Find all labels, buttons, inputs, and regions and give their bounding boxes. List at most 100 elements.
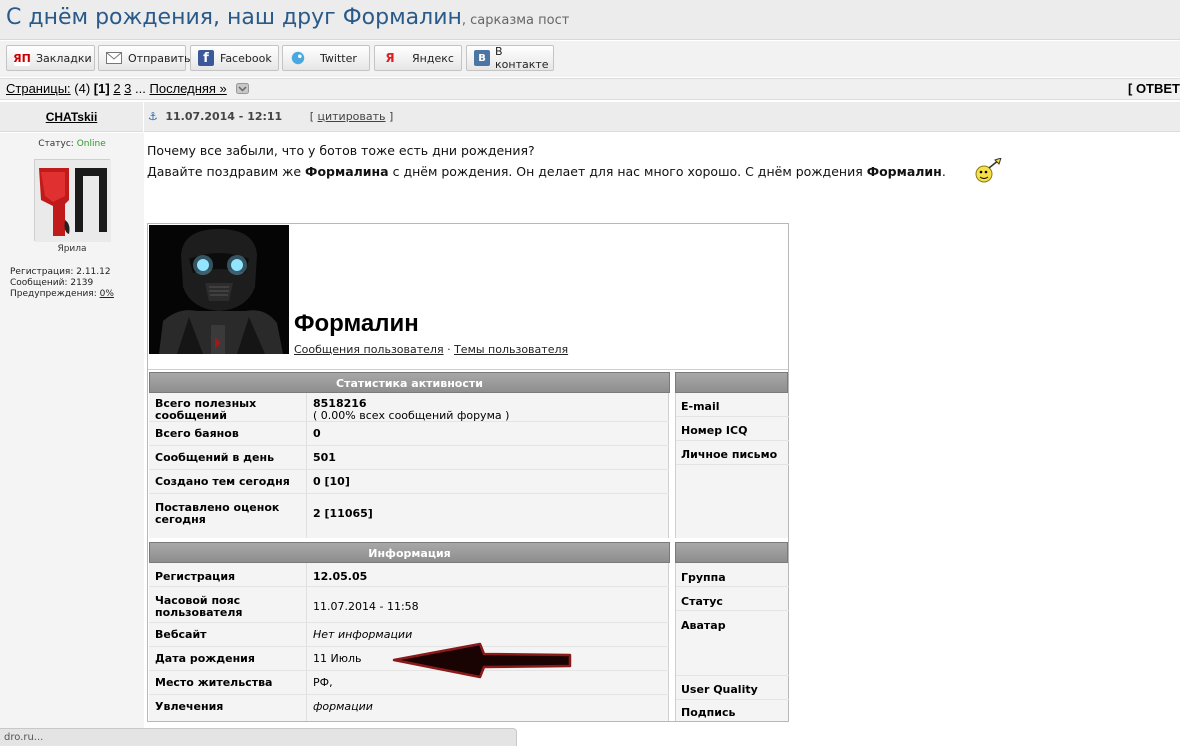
share-button-email[interactable]: Отправить [98, 45, 191, 71]
post-date: 11.07.2014 - 12:11 [165, 110, 283, 123]
yap-icon: ЯП [13, 50, 31, 66]
status-online: Online [76, 139, 106, 149]
info-label: Место жительства [155, 676, 273, 689]
stat-note: ( 0.00% всех сообщений форума ) [313, 409, 510, 422]
contact-label: Личное письмо [681, 448, 778, 461]
author-sidebar: Статус: Online Ярила Регистрация: 2.11.1… [0, 133, 144, 746]
table-row: Часовой пояс пользователя 11.07.2014 - 1… [149, 587, 669, 623]
share-label: Яндекс [412, 51, 454, 65]
twitter-icon [290, 50, 306, 66]
extra-header [675, 542, 788, 563]
avatar[interactable] [34, 159, 111, 242]
profile-photo [149, 225, 289, 354]
share-label: В контакте [495, 45, 549, 71]
table-row: Всего баянов 0 [149, 422, 669, 446]
post-header: CHATskii ⚓ 11.07.2014 - 12:11 [ цитирова… [0, 102, 1180, 132]
facebook-icon: f [198, 50, 214, 66]
mail-icon [106, 50, 122, 66]
share-button-yandex[interactable]: Я Яндекс [374, 45, 462, 71]
info-value: формации [313, 700, 373, 713]
topic-subtitle: , сарказма пост [461, 13, 570, 28]
status-label: Статус: [38, 139, 77, 149]
pages-ellipsis: ... [135, 81, 146, 96]
pages-dropdown-icon[interactable] [236, 82, 250, 97]
stat-value: 0 [10] [313, 475, 350, 488]
pages-label[interactable]: Страницы: [6, 81, 71, 96]
post-meta: ⚓ 11.07.2014 - 12:11 [ цитировать ] [148, 110, 393, 123]
extra-label: Подпись [681, 706, 736, 719]
links-separator: · [443, 343, 455, 356]
user-posts-link[interactable]: Сообщения пользователя [294, 343, 444, 356]
table-row: Сообщений в день 501 [149, 446, 669, 470]
extra-label: Статус [681, 595, 723, 608]
author-status: Статус: Online [0, 139, 144, 149]
topic-title: С днём рождения, наш друг Формалин [6, 5, 462, 30]
share-button-vk[interactable]: B В контакте [466, 45, 554, 71]
warn-label: Предупреждения: [10, 289, 100, 299]
avatar-caption: Ярила [57, 244, 87, 254]
topic-header: С днём рождения, наш друг Формалин, сарк… [0, 0, 1180, 40]
last-page-link[interactable]: Последняя » [150, 81, 227, 96]
quote-bracket-open: [ [309, 110, 314, 123]
contacts-header [675, 372, 788, 393]
extra-row: Аватар [676, 611, 789, 676]
extra-row: Подпись [676, 700, 789, 721]
contact-row[interactable]: Номер ICQ [676, 417, 789, 441]
profile-top: Формалин Сообщения пользователя · Темы п… [148, 224, 788, 370]
info-header: Информация [149, 542, 670, 563]
yandex-icon: Я [385, 51, 395, 65]
share-button-twitter[interactable]: Twitter [282, 45, 370, 71]
user-topics-link[interactable]: Темы пользователя [454, 343, 568, 356]
stat-label: Сообщений в день [155, 451, 275, 464]
post-bold: Формалина [305, 164, 389, 179]
author-warn: Предупреждения: 0% [10, 289, 114, 300]
share-label: Отправить [128, 51, 191, 65]
info-label: Регистрация [155, 570, 236, 583]
contact-label: E-mail [681, 400, 720, 413]
info-value: 12.05.05 [313, 570, 368, 583]
extra-table: Группа Статус Аватар User Quality Подпис… [675, 563, 789, 721]
vk-icon: B [474, 50, 490, 66]
profile-name: Формалин [294, 310, 419, 337]
author-reg: Регистрация: 2.11.12 [10, 267, 111, 277]
pages-count: (4) [74, 81, 91, 96]
author-name-link[interactable]: CHATskii [46, 110, 98, 124]
anchor-icon[interactable]: ⚓ [148, 110, 158, 123]
topic-title-wrap: С днём рождения, наш друг Формалин, сарк… [6, 5, 569, 30]
contact-row[interactable]: Личное письмо [676, 441, 789, 465]
extra-row: Группа [676, 563, 789, 587]
share-bar: ЯП Закладки Отправить f Facebook Twitter… [0, 41, 1180, 77]
quote-link[interactable]: цитировать [318, 110, 386, 123]
browser-status-bar: dro.ru... [0, 728, 517, 746]
info-label: Увлечения [155, 700, 224, 713]
warn-value-link[interactable]: 0% [100, 289, 114, 299]
arrow-annotation-icon [392, 642, 574, 680]
pagination: Страницы: (4) [1] 2 3 ... Последняя » [ … [0, 78, 1180, 100]
share-button-bookmarks[interactable]: ЯП Закладки [6, 45, 95, 71]
post-line-1: Почему все забыли, что у ботов тоже есть… [147, 143, 535, 158]
author-msgs: Сообщений: 2139 [10, 278, 94, 288]
extra-label: Аватар [681, 619, 726, 632]
quote-bracket-close: ] [389, 110, 394, 123]
contact-row[interactable]: E-mail [676, 393, 789, 417]
table-row: Поставлено оценок сегодня 2 [11065] [149, 494, 669, 538]
author-cell: CHATskii [0, 102, 144, 132]
page-3-link[interactable]: 3 [124, 81, 131, 96]
share-button-facebook[interactable]: f Facebook [190, 45, 279, 71]
reply-button[interactable]: [ ОТВЕТ [1128, 81, 1180, 96]
info-label: Вебсайт [155, 628, 207, 641]
stat-value: 0 [313, 427, 321, 440]
table-row: Регистрация 12.05.05 [149, 563, 669, 587]
page-2-link[interactable]: 2 [113, 81, 120, 96]
post-text: с днём рождения. Он делает для нас много… [388, 164, 867, 179]
stat-value: 2 [11065] [313, 507, 373, 520]
info-label: Дата рождения [155, 652, 255, 665]
extra-row: User Quality [676, 676, 789, 700]
info-value: Нет информации [313, 628, 413, 641]
table-row: Создано тем сегодня 0 [10] [149, 470, 669, 494]
quote-wrap: [ цитировать ] [310, 110, 394, 123]
info-value: 11 Июль [313, 652, 362, 665]
share-label: Facebook [220, 51, 272, 65]
post-bold: Формалин [866, 164, 942, 179]
info-label: Часовой пояс пользователя [155, 594, 243, 619]
